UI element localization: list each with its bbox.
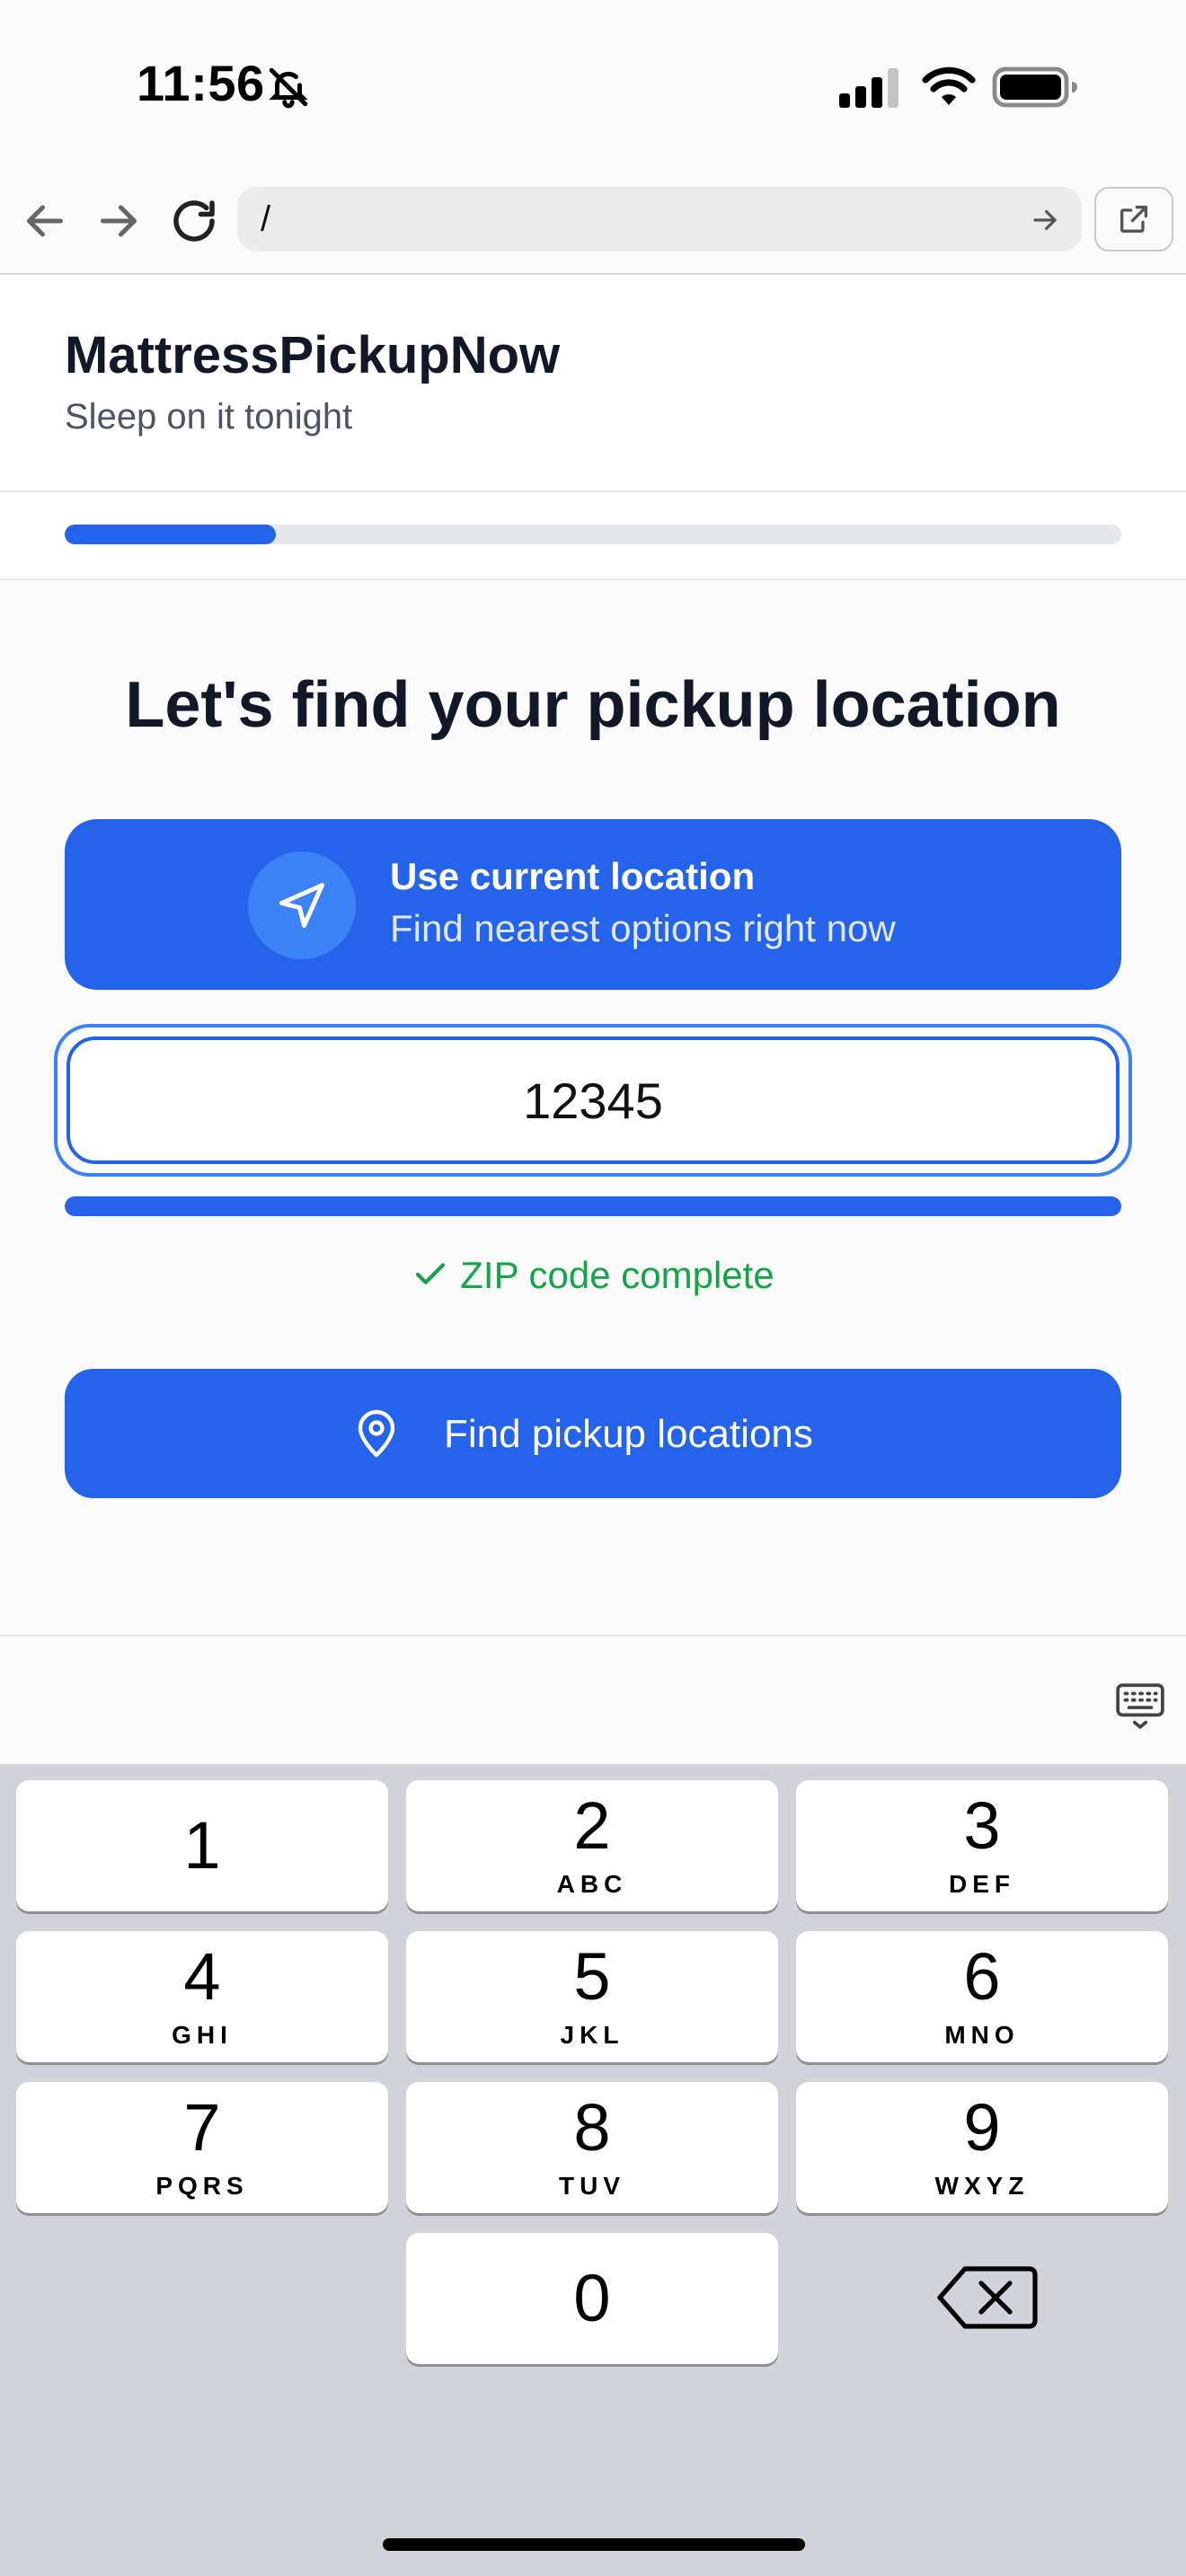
zip-status-message: ZIP code complete [0,1254,1186,1297]
zip-status-text: ZIP code complete [460,1254,774,1296]
key-digit: 4 [183,1939,221,2014]
key-digit: 1 [183,1808,221,1883]
key-digit: 2 [573,1788,611,1863]
location-icon-circle [248,851,356,959]
wifi-icon [922,66,976,105]
key-6[interactable]: 6 MNO [796,1931,1168,2062]
key-4[interactable]: 4 GHI [16,1931,388,2062]
map-pin-icon [358,1409,395,1458]
check-icon [416,1263,446,1284]
key-letters: ABC [556,1870,628,1898]
key-letters: WXYZ [934,2172,1030,2200]
forward-arrow-icon[interactable] [92,194,146,248]
navigation-arrow-icon [279,883,324,928]
go-arrow-icon[interactable] [1028,203,1062,237]
back-arrow-icon[interactable] [18,194,72,248]
find-button-label: Find pickup locations [444,1412,813,1456]
key-9[interactable]: 9 WXYZ [796,2082,1168,2213]
bell-off-icon [269,67,308,109]
keyboard-accessory-bar [0,1635,1186,1766]
page-title: Let's find your pickup location [125,669,1061,741]
status-time: 11:56 [137,55,265,111]
reload-icon[interactable] [167,194,221,248]
key-letters: JKL [560,2021,624,2049]
battery-icon [992,66,1077,108]
url-bar[interactable]: / [237,187,1082,251]
key-letters: GHI [172,2021,233,2049]
zip-progress-bar [65,1196,1121,1216]
key-letters: MNO [944,2021,1020,2049]
step-progress-bar [65,525,1121,544]
key-digit: 6 [963,1939,1001,2014]
delete-backspace-icon[interactable] [933,2262,1040,2333]
key-7[interactable]: 7 PQRS [16,2082,388,2213]
status-bar: 11:56 [0,0,1186,171]
brand-tagline: Sleep on it tonight [65,397,353,437]
key-letters: DEF [949,1870,1015,1898]
step-progress-fill [65,525,277,544]
key-digit: 7 [183,2090,221,2165]
key-digit: 5 [573,1939,611,2014]
key-5[interactable]: 5 JKL [406,1931,778,2062]
app-header: MattressPickupNow Sleep on it tonight [0,275,1186,492]
key-letters: PQRS [155,2172,249,2200]
zip-progress-fill [65,1196,1121,1216]
url-text: / [261,199,271,239]
use-location-subtitle: Find nearest options right now [390,907,896,949]
key-letters: TUV [559,2172,625,2200]
keyboard-dismiss-icon[interactable] [1114,1680,1166,1732]
cellular-signal-icon [839,68,898,108]
home-indicator [383,2538,805,2551]
key-1[interactable]: 1 [16,1780,388,1911]
key-digit: 8 [573,2090,611,2165]
open-external-button[interactable] [1094,187,1173,251]
use-location-title: Use current location [390,855,756,897]
browser-toolbar: / [0,171,1186,275]
brand-title: MattressPickupNow [65,326,561,384]
key-2[interactable]: 2 ABC [406,1780,778,1911]
numeric-keypad: 1 2 ABC 3 DEF 4 GHI 5 JKL 6 MNO 7 PQRS 8 TUV 9 W… [0,1764,1186,2576]
use-current-location-button[interactable]: Use current location Find nearest option… [65,819,1121,990]
key-digit: 3 [963,1788,1001,1863]
zip-input[interactable] [66,1037,1120,1164]
key-8[interactable]: 8 TUV [406,2082,778,2213]
key-digit: 9 [963,2090,1001,2165]
external-link-icon [1120,206,1147,233]
key-digit: 0 [573,2261,611,2335]
key-0[interactable]: 0 [406,2233,778,2364]
step-progress-section [0,492,1186,580]
key-3[interactable]: 3 DEF [796,1780,1168,1911]
find-pickup-locations-button[interactable]: Find pickup locations [65,1369,1121,1498]
